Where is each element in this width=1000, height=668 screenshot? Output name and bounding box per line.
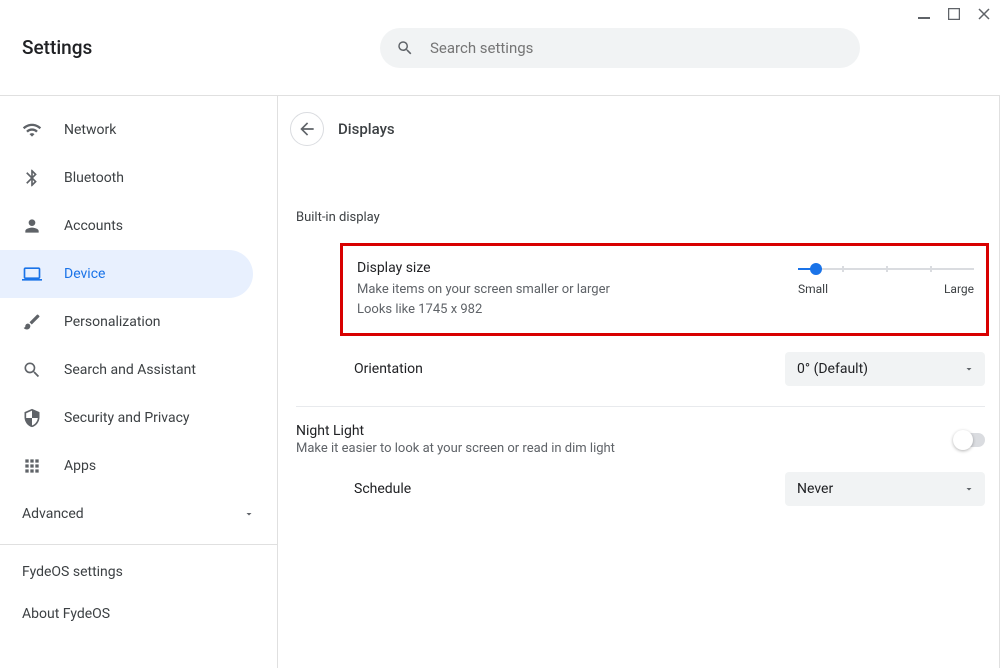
- wifi-icon: [22, 120, 42, 140]
- sidebar-item-label: Accounts: [64, 218, 123, 234]
- slider-small-label: Small: [798, 282, 828, 296]
- sidebar-item-personalization[interactable]: Personalization: [0, 298, 253, 346]
- sidebar-item-device[interactable]: Device: [0, 250, 253, 298]
- slider-large-label: Large: [944, 282, 974, 296]
- sidebar-item-label: Bluetooth: [64, 170, 124, 186]
- shield-icon: [22, 408, 42, 428]
- search-field[interactable]: [380, 28, 860, 68]
- display-size-desc: Make items on your screen smaller or lar…: [357, 280, 610, 300]
- bluetooth-icon: [22, 168, 42, 188]
- chevron-down-icon: [243, 508, 255, 520]
- page-title: Displays: [338, 120, 395, 138]
- apps-icon: [22, 456, 42, 476]
- sidebar-item-label: Search and Assistant: [64, 362, 196, 378]
- display-size-title: Display size: [357, 260, 610, 276]
- night-light-desc: Make it easier to look at your screen or…: [296, 441, 615, 456]
- back-button[interactable]: [290, 112, 324, 146]
- orientation-select[interactable]: 0° (Default): [785, 352, 985, 386]
- chevron-down-icon: [963, 483, 975, 495]
- search-icon: [22, 360, 42, 380]
- sidebar-item-label: Device: [64, 266, 105, 282]
- search-icon: [396, 39, 414, 57]
- sidebar-item-bluetooth[interactable]: Bluetooth: [0, 154, 253, 202]
- display-size-resolution: Looks like 1745 x 982: [357, 300, 610, 320]
- person-icon: [22, 216, 42, 236]
- divider: [0, 544, 277, 545]
- sidebar-item-label: Security and Privacy: [64, 410, 190, 426]
- slider-thumb[interactable]: [810, 263, 822, 275]
- display-size-panel: Display size Make items on your screen s…: [340, 243, 989, 336]
- sidebar-item-security[interactable]: Security and Privacy: [0, 394, 253, 442]
- sidebar-item-search-assistant[interactable]: Search and Assistant: [0, 346, 253, 394]
- schedule-select[interactable]: Never: [785, 472, 985, 506]
- header: Settings: [0, 0, 1000, 96]
- main-content: Displays Built-in display Display size M…: [278, 96, 1000, 668]
- brush-icon: [22, 312, 42, 332]
- sidebar-item-label: Network: [64, 122, 116, 138]
- orientation-label: Orientation: [354, 361, 423, 377]
- schedule-label: Schedule: [354, 481, 411, 497]
- app-title: Settings: [22, 36, 92, 59]
- sidebar: Network Bluetooth Accounts Device Person…: [0, 96, 278, 668]
- sidebar-item-apps[interactable]: Apps: [0, 442, 253, 490]
- laptop-icon: [22, 264, 42, 284]
- chevron-down-icon: [963, 363, 975, 375]
- section-label: Built-in display: [296, 210, 999, 225]
- sidebar-item-label: Apps: [64, 458, 96, 474]
- sidebar-advanced[interactable]: Advanced: [0, 490, 277, 538]
- sidebar-item-accounts[interactable]: Accounts: [0, 202, 253, 250]
- sidebar-fydeos-settings[interactable]: FydeOS settings: [0, 551, 277, 593]
- sidebar-about-fydeos[interactable]: About FydeOS: [0, 593, 277, 635]
- display-size-slider[interactable]: [798, 262, 974, 276]
- sidebar-item-network[interactable]: Network: [0, 106, 253, 154]
- search-input[interactable]: [430, 39, 844, 57]
- night-light-label: Night Light: [296, 423, 615, 439]
- night-light-toggle[interactable]: [955, 433, 985, 447]
- sidebar-item-label: Personalization: [64, 314, 161, 330]
